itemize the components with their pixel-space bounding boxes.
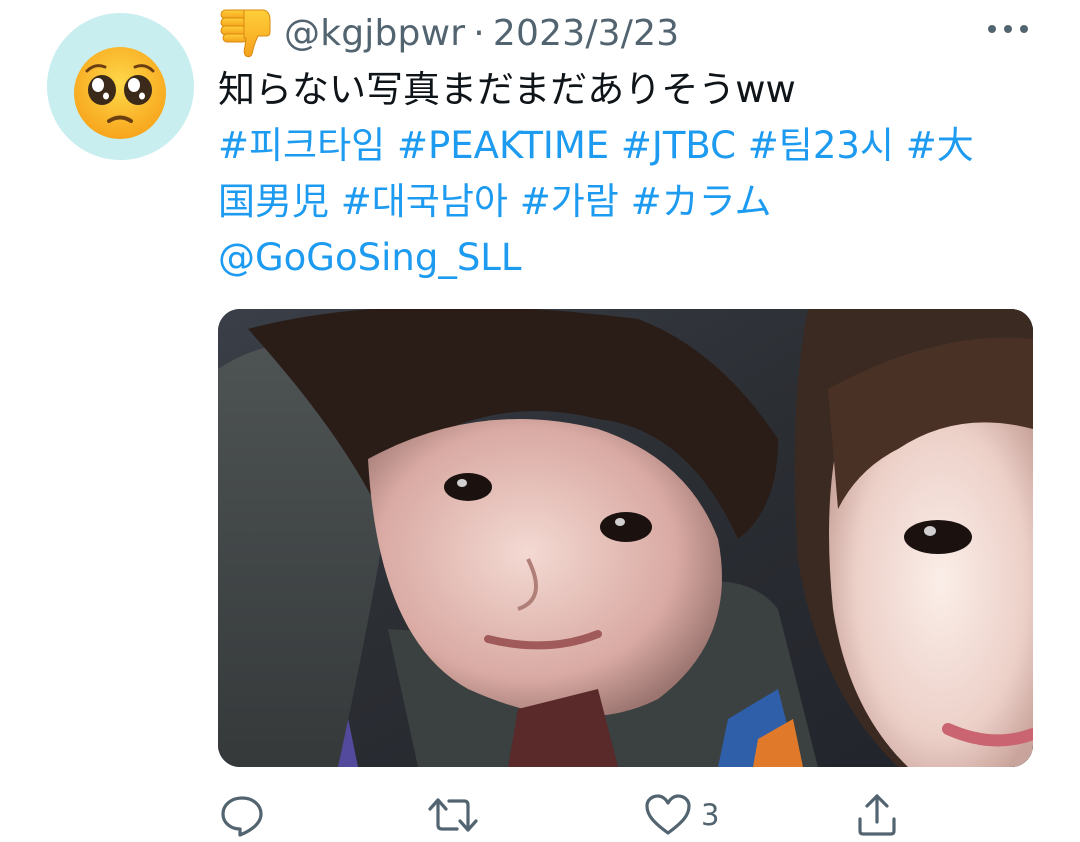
share-button[interactable]	[853, 788, 901, 842]
hashtag-link[interactable]: #カラム	[631, 180, 772, 223]
mention-line: @GoGoSing_SLL	[218, 230, 1044, 286]
hashtag-link[interactable]: #가람	[520, 180, 619, 223]
hashtag-link[interactable]: #대국남아	[341, 180, 508, 223]
thumbs-down-icon	[218, 6, 274, 60]
tweet-actions: 3	[218, 788, 1033, 842]
hashtag-link[interactable]: #大	[906, 124, 974, 167]
tweet-text: 知らない写真まだまだありそうww #피크타임 #PEAKTIME #JTBC #…	[218, 62, 1044, 286]
share-icon	[858, 794, 896, 836]
hashtag-line: #피크타임 #PEAKTIME #JTBC #팀23시 #大	[218, 118, 1044, 174]
reply-button[interactable]	[218, 788, 266, 842]
pleading-face-icon	[47, 13, 194, 160]
tweet-date[interactable]: 2023/3/23	[493, 13, 679, 54]
tweet-text-line: 知らない写真まだまだありそうww	[218, 68, 796, 111]
avatar[interactable]	[47, 13, 194, 160]
retweet-icon	[428, 798, 478, 832]
hashtag-link[interactable]: #피크타임	[218, 124, 385, 167]
header-separator: ·	[473, 12, 485, 54]
hashtag-link[interactable]: 国男児	[218, 180, 329, 223]
retweet-button[interactable]	[425, 788, 481, 842]
tweet-header: @kgjbpwr · 2023/3/23	[218, 4, 679, 62]
tweet-card[interactable]: @kgjbpwr · 2023/3/23 知らない写真まだまだありそうww #피…	[0, 0, 1080, 842]
user-handle[interactable]: @kgjbpwr	[284, 13, 465, 54]
hashtag-line: 国男児 #대국남아 #가람 #カラム	[218, 174, 1044, 230]
reply-icon	[221, 796, 263, 837]
hashtag-link[interactable]: #PEAKTIME	[397, 124, 609, 167]
hashtag-link[interactable]: #JTBC	[621, 124, 736, 167]
like-button[interactable]: 3	[643, 788, 719, 842]
tweet-photo[interactable]	[218, 309, 1033, 767]
more-options-icon[interactable]	[985, 17, 1031, 41]
heart-icon	[645, 794, 691, 835]
mention-link[interactable]: @GoGoSing_SLL	[218, 236, 522, 279]
hashtag-link[interactable]: #팀23시	[748, 124, 894, 167]
like-count: 3	[701, 798, 720, 832]
